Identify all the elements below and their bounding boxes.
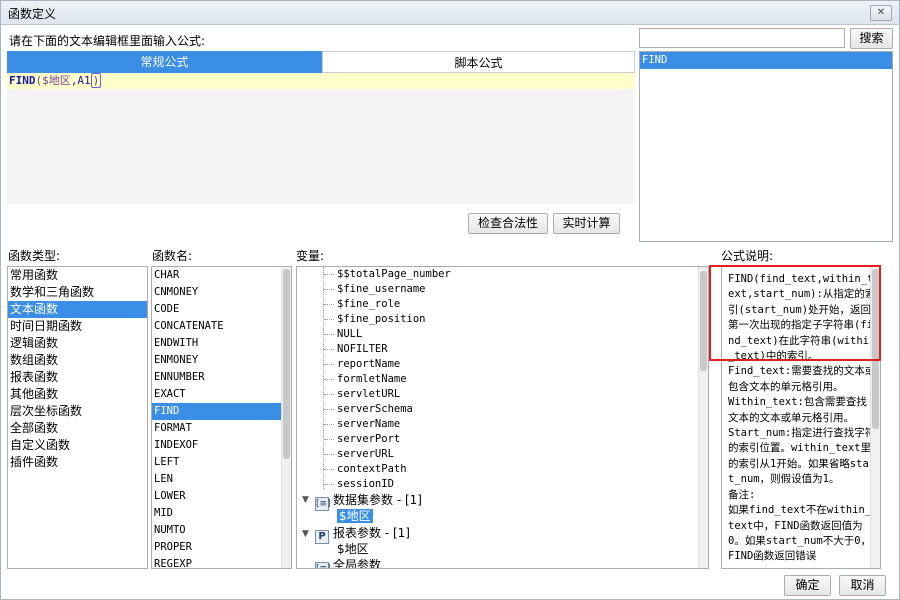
realtime-calc-button[interactable]: 实时计算 <box>553 213 620 234</box>
formula-function: FIND <box>9 74 36 87</box>
variable-item[interactable]: serverName <box>337 417 400 432</box>
tree-node-report-child[interactable]: $地区 <box>337 541 369 557</box>
search-result-list: FIND <box>639 51 893 242</box>
variable-item[interactable]: serverPort <box>337 432 400 447</box>
func-type-item[interactable]: 插件函数 <box>8 454 147 471</box>
func-name-item[interactable]: PROPER <box>152 539 291 556</box>
func-name-item[interactable]: FORMAT <box>152 420 291 437</box>
tree-node-dataset-child[interactable]: $地区 <box>337 508 373 524</box>
window-title: 函数定义 <box>8 7 57 21</box>
func-type-item[interactable]: 时间日期函数 <box>8 318 147 335</box>
ok-button[interactable]: 确定 <box>784 575 831 596</box>
func-name-item[interactable]: MID <box>152 505 291 522</box>
tab-regular-formula[interactable]: 常规公式 <box>7 51 322 73</box>
description-header: 公式说明: <box>721 249 774 263</box>
func-name-item[interactable]: CODE <box>152 301 291 318</box>
param-group-icon: [≡] <box>315 562 331 568</box>
variables-header: 变量: <box>296 249 325 263</box>
func-name-item[interactable]: ENDWITH <box>152 335 291 352</box>
func-name-item[interactable]: INDEXOF <box>152 437 291 454</box>
tree-node-label: $地区 <box>337 542 369 556</box>
func-name-item[interactable]: NUMTO <box>152 522 291 539</box>
func-type-item[interactable]: 文本函数 <box>8 301 147 318</box>
func-type-item[interactable]: 报表函数 <box>8 369 147 386</box>
tab-script-formula[interactable]: 脚本公式 <box>322 51 635 73</box>
func-name-list: CHAR CNMONEY CODE CONCATENATE ENDWITH ENMONEY… <box>151 266 292 569</box>
variable-item[interactable]: contextPath <box>337 462 407 477</box>
variable-item[interactable]: formletName <box>337 372 407 387</box>
formula-editor[interactable]: FIND($地区,A1) <box>7 73 635 205</box>
variable-item[interactable]: reportName <box>337 357 400 372</box>
func-name-header: 函数名: <box>152 249 193 263</box>
formula-close-paren: ) <box>90 73 102 88</box>
cancel-button[interactable]: 取消 <box>839 575 886 596</box>
param-group-icon: [≡] <box>315 497 331 511</box>
search-input[interactable] <box>639 28 845 48</box>
variable-item[interactable]: servletURL <box>337 387 400 402</box>
search-button[interactable]: 搜索 <box>850 28 893 49</box>
func-name-scrollbar[interactable] <box>281 267 291 568</box>
func-name-item[interactable]: LEN <box>152 471 291 488</box>
variable-item[interactable]: NOFILTER <box>337 342 388 357</box>
variable-item[interactable]: $fine_role <box>337 297 400 312</box>
func-name-scroll-thumb[interactable] <box>283 269 290 459</box>
tree-node-label: 数据集参数 - [1] <box>333 493 422 507</box>
description-highlight-box <box>709 265 881 361</box>
check-validity-button[interactable]: 检查合法性 <box>468 213 548 234</box>
func-name-item[interactable]: CHAR <box>152 267 291 284</box>
title-bar: 函数定义 ✕ <box>1 1 899 25</box>
variables-tree: $$totalPage_number $fine_username $fine_ro… <box>296 266 709 569</box>
func-name-item[interactable]: ENMONEY <box>152 352 291 369</box>
func-name-item[interactable]: ENNUMBER <box>152 369 291 386</box>
func-type-item[interactable]: 自定义函数 <box>8 437 147 454</box>
formula-line[interactable]: FIND($地区,A1) <box>7 73 635 89</box>
tree-node-dataset-params[interactable]: [≡] 数据集参数 - [1] <box>315 492 422 511</box>
tree-node-report-params[interactable]: P 报表参数 - [1] <box>315 525 410 544</box>
func-name-item[interactable]: REGEXP <box>152 556 291 568</box>
func-type-item[interactable]: 逻辑函数 <box>8 335 147 352</box>
func-name-item[interactable]: LOWER <box>152 488 291 505</box>
variables-scroll-thumb[interactable] <box>700 271 707 371</box>
func-type-item[interactable]: 数组函数 <box>8 352 147 369</box>
variable-item[interactable]: $$totalPage_number <box>337 267 451 282</box>
variable-item[interactable]: serverURL <box>337 447 394 462</box>
variable-item[interactable]: NULL <box>337 327 362 342</box>
variables-scrollbar[interactable] <box>698 267 708 568</box>
func-type-item[interactable]: 常用函数 <box>8 267 147 284</box>
tree-node-label: $地区 <box>337 509 373 523</box>
search-result-item[interactable]: FIND <box>640 52 892 69</box>
expand-dataset-icon[interactable]: ▼ <box>302 495 309 505</box>
tree-node-global-params[interactable]: [≡] 全局参数 <box>315 557 382 569</box>
close-icon[interactable]: ✕ <box>870 5 892 21</box>
func-name-item[interactable]: FIND <box>152 403 291 420</box>
prompt-label: 请在下面的文本编辑框里面输入公式: <box>9 34 206 48</box>
func-name-item[interactable]: LEFT <box>152 454 291 471</box>
func-type-item[interactable]: 全部函数 <box>8 420 147 437</box>
tree-node-label: 全局参数 <box>333 558 382 569</box>
func-name-item[interactable]: CNMONEY <box>152 284 291 301</box>
variable-item[interactable]: serverSchema <box>337 402 413 417</box>
report-param-icon: P <box>315 530 329 544</box>
func-type-item[interactable]: 层次坐标函数 <box>8 403 147 420</box>
func-type-header: 函数类型: <box>8 249 61 263</box>
func-name-item[interactable]: CONCATENATE <box>152 318 291 335</box>
tree-node-label: 报表参数 - [1] <box>333 526 410 540</box>
func-type-item[interactable]: 其他函数 <box>8 386 147 403</box>
variable-item[interactable]: sessionID <box>337 477 394 492</box>
variable-item[interactable]: $fine_position <box>337 312 426 327</box>
variable-item[interactable]: $fine_username <box>337 282 426 297</box>
function-definition-dialog: 函数定义 ✕ 请在下面的文本编辑框里面输入公式: 搜索 常规公式 脚本公式 FI… <box>0 0 900 600</box>
func-type-item[interactable]: 数学和三角函数 <box>8 284 147 301</box>
formula-arg2: A1 <box>77 74 91 87</box>
expand-report-icon[interactable]: ▼ <box>302 529 309 539</box>
formula-arg1: $地区 <box>42 74 71 87</box>
func-name-item[interactable]: EXACT <box>152 386 291 403</box>
func-type-list: 常用函数 数学和三角函数 文本函数 时间日期函数 逻辑函数 数组函数 报表函数 其他函数 层次坐… <box>7 266 148 569</box>
